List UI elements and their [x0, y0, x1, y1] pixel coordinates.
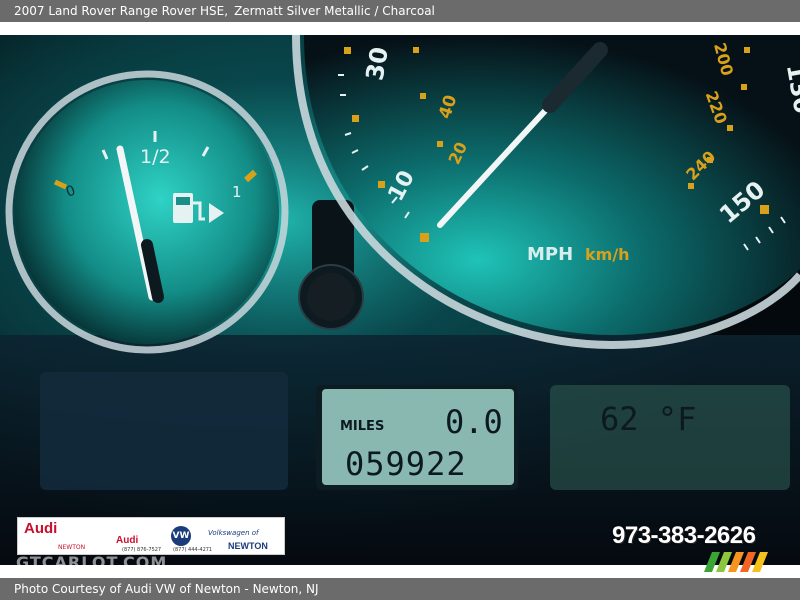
vehicle-color: Zermatt Silver Metallic / Charcoal	[234, 4, 435, 18]
dealer-audi-logo: Audi	[24, 520, 58, 537]
fuel-half-label: 1/2	[140, 146, 171, 168]
dashboard-photo: 1/2 0 1 30 10 40 20 130 150 200 220 240 …	[0, 35, 800, 565]
warning-lights-panel	[40, 372, 288, 490]
dealer-audi-logo-small: Audi	[116, 535, 139, 546]
dealer-logo-banner: Audi NEWTON Audi (877) 876-7527 VW (877)…	[17, 517, 285, 555]
fuel-full-label: 1	[232, 183, 242, 201]
trip-label: MILES	[340, 419, 384, 434]
odometer-display: MILES 0.0 059922	[316, 385, 518, 490]
temperature-value: 62 °F	[600, 400, 696, 438]
site-watermark: GTCARLOT.COM	[16, 553, 168, 572]
dealer-vw-newton: NEWTON	[228, 541, 268, 551]
photo-credit: Photo Courtesy of Audi VW of Newton - Ne…	[14, 582, 319, 596]
units-mph: MPH	[527, 244, 573, 265]
odometer-value: 059922	[345, 445, 467, 483]
dealer-audi-newton: NEWTON	[58, 544, 86, 551]
vw-badge-icon: VW	[171, 526, 191, 546]
dealer-vw-phone: (877) 444-4271	[173, 547, 213, 553]
fuel-gauge: 1/2 0 1	[5, 70, 289, 354]
vehicle-title: 2007 Land Rover Range Rover HSE,	[14, 4, 229, 18]
trip-value: 0.0	[445, 403, 503, 441]
dealer-vw-text: Volkswagen of	[208, 529, 259, 537]
temperature-display: 62 °F	[550, 385, 790, 490]
top-caption-bar: 2007 Land Rover Range Rover HSE, Zermatt …	[0, 0, 800, 22]
dashboard-illustration: 1/2 0 1 30 10 40 20 130 150 200 220 240 …	[0, 35, 800, 565]
logo-stripes-icon	[704, 552, 768, 572]
bottom-caption-bar: Photo Courtesy of Audi VW of Newton - Ne…	[0, 578, 800, 600]
mph-tick-30: 30	[361, 45, 394, 83]
units-kmh: km/h	[585, 245, 630, 264]
dealer-phone-number: 973-383-2626	[612, 522, 756, 549]
